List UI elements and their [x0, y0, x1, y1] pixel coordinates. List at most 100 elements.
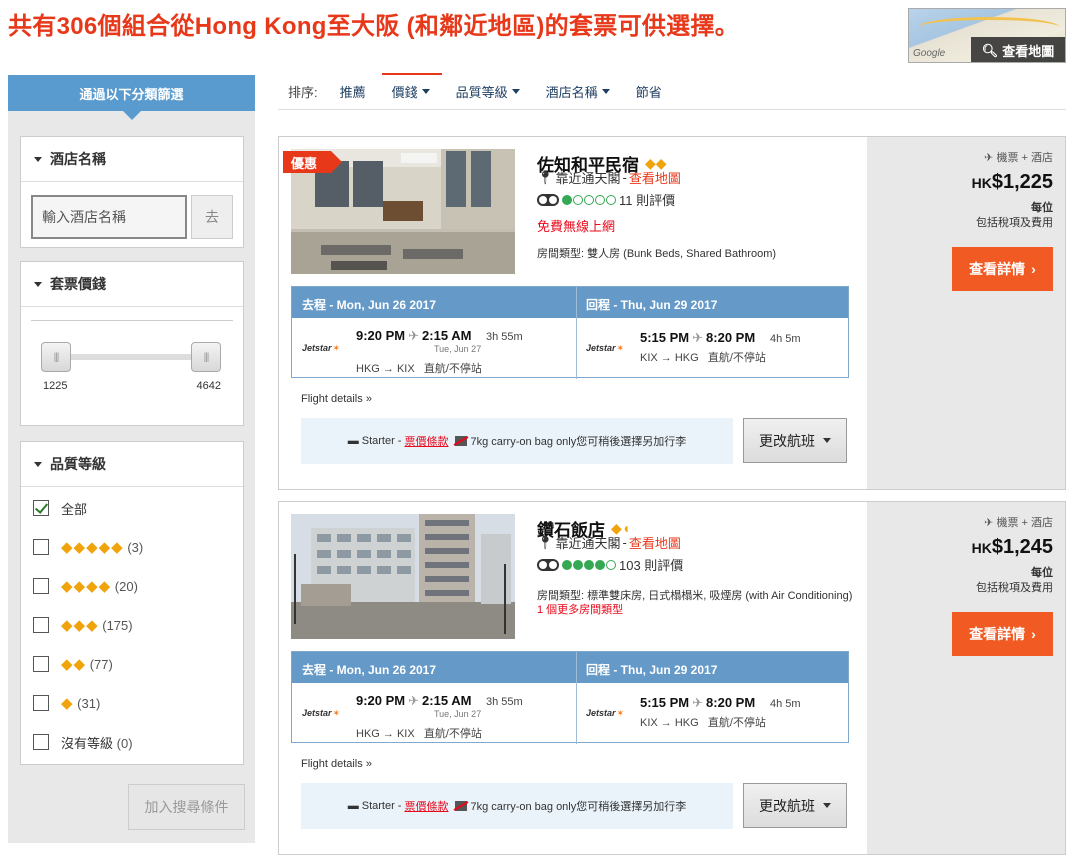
review-summary: 11 則評價 — [537, 190, 675, 209]
tax-note: 包括稅項及費用 — [976, 582, 1053, 594]
caret-down-icon — [823, 803, 831, 808]
fare-terms-link[interactable]: 票價條款 — [404, 433, 448, 449]
results-headline: 共有306個組合從Hong Kong至大阪 (和鄰近地區)的套票可供選擇。 — [8, 13, 740, 40]
flight-header: 去程 - Mon, Jun 26 2017 回程 - Thu, Jun 29 2… — [292, 287, 848, 318]
sort-option-label: 酒店名稱 — [545, 85, 598, 100]
checkbox[interactable] — [33, 500, 49, 516]
per-person-label: 每位 — [1031, 202, 1053, 214]
checkbox[interactable] — [33, 734, 49, 750]
view-map-button[interactable]: 🔍︎ 查看地圖 — [971, 37, 1065, 62]
map-thumbnail[interactable]: Google 🔍︎ 查看地圖 — [908, 8, 1066, 63]
stops-text: 直航/不停站 — [707, 717, 766, 729]
caret-down-icon — [34, 281, 42, 287]
tripadvisor-owl-icon — [537, 558, 559, 571]
arrive-time: 8:20 PM — [706, 695, 756, 710]
depart-time: 5:15 PM — [640, 695, 690, 710]
hotel-name-input[interactable]: 輸入酒店名稱 — [31, 195, 187, 239]
airline-logo: Jetstar — [302, 708, 340, 719]
deal-badge: 優惠 — [283, 151, 343, 173]
rating-dots — [562, 559, 616, 570]
star-option-1[interactable]: ◆ (31) — [33, 693, 100, 713]
hotel-photo[interactable] — [291, 514, 515, 639]
airline-logo: Jetstar — [586, 708, 624, 719]
star-option-count: (175) — [102, 618, 133, 633]
currency-label: HK — [971, 540, 992, 556]
checkbox[interactable] — [33, 539, 49, 555]
arrive-time: 2:15 AM — [422, 328, 472, 343]
star-option-4[interactable]: ◆◆◆◆ (20) — [33, 576, 138, 596]
checkbox[interactable] — [33, 578, 49, 594]
star-option-unrated[interactable]: 沒有等級 (0) — [33, 732, 133, 752]
sort-option-savings[interactable]: 節省 — [636, 74, 662, 110]
view-map-link[interactable]: 查看地圖 — [629, 533, 681, 552]
sort-option-hotel-name[interactable]: 酒店名稱 — [546, 74, 610, 110]
outbound-arrive-date: Tue, Jun 27 — [434, 709, 482, 719]
flight-divider — [576, 287, 577, 379]
tripadvisor-owl-icon — [537, 193, 559, 206]
review-count[interactable]: 11 則評價 — [619, 190, 675, 209]
flight-details-toggle[interactable]: Flight details » — [301, 393, 372, 405]
star-option-count: (20) — [114, 579, 138, 594]
review-count[interactable]: 103 則評價 — [619, 555, 683, 574]
view-details-button[interactable]: 查看詳情 › — [952, 247, 1053, 291]
checkbox[interactable] — [33, 695, 49, 711]
route-text: KIX → HKG — [640, 717, 699, 729]
rating-dots — [562, 194, 616, 205]
star-rating-filter-title[interactable]: 品質等級 — [21, 442, 243, 487]
view-details-button[interactable]: 查看詳情 › — [952, 612, 1053, 656]
price-slider-min-handle[interactable]: ||| — [41, 342, 71, 372]
map-pin-icon: 📍︎ — [537, 534, 554, 550]
no-bag-icon — [455, 801, 468, 811]
no-bag-icon — [455, 436, 468, 446]
inbound-duration: 4h 5m — [770, 333, 801, 345]
outbound-header: 去程 - Mon, Jun 26 2017 — [302, 298, 437, 312]
sort-option-price[interactable]: 價錢 — [381, 72, 442, 110]
fare-name: Starter - — [361, 800, 402, 812]
fare-name: Starter - — [361, 435, 402, 447]
view-map-link[interactable]: 查看地圖 — [629, 168, 681, 187]
depart-time: 5:15 PM — [640, 330, 690, 345]
star-option-5[interactable]: ◆◆◆◆◆ (3) — [33, 537, 143, 557]
checkbox[interactable] — [33, 617, 49, 633]
diamond-rating-icon: ◆◆◆ — [61, 617, 99, 634]
checkbox[interactable] — [33, 656, 49, 672]
diamond-rating-icon: ◆◆◆◆ — [61, 578, 112, 595]
filter-header: 通過以下分類篩選 — [8, 75, 255, 120]
star-option-label: 全部 — [61, 501, 88, 517]
price-slider-max-handle[interactable]: ||| — [191, 342, 221, 372]
change-flight-button[interactable]: 更改航班 — [743, 418, 847, 463]
inbound-header: 回程 - Thu, Jun 29 2017 — [586, 298, 718, 312]
fare-terms-link[interactable]: 票價條款 — [404, 798, 448, 814]
add-search-criteria-button[interactable]: 加入搜尋條件 — [128, 784, 245, 830]
flight-box: 去程 - Mon, Jun 26 2017 回程 - Thu, Jun 29 2… — [291, 286, 849, 379]
outbound-duration: 3h 55m — [486, 331, 523, 343]
sort-option-recommended[interactable]: 推薦 — [340, 74, 366, 110]
price-divider — [31, 320, 233, 321]
star-option-count: (0) — [116, 735, 133, 751]
hotel-name-filter-title[interactable]: 酒店名稱 — [21, 137, 243, 182]
arrive-time: 2:15 AM — [422, 693, 472, 708]
price-filter-title[interactable]: 套票價錢 — [21, 262, 243, 307]
hotel-name-filter-label: 酒店名稱 — [50, 151, 106, 167]
star-option-3[interactable]: ◆◆◆ (175) — [33, 615, 133, 635]
sort-option-rating[interactable]: 品質等級 — [456, 74, 520, 110]
flight-header: 去程 - Mon, Jun 26 2017 回程 - Thu, Jun 29 2… — [292, 652, 848, 683]
flight-details-toggle[interactable]: Flight details » — [301, 758, 372, 770]
price-column: ✈ 機票 + 酒店 HK$1,225 每位 包括稅項及費用 查看詳情 › — [867, 137, 1065, 489]
package-type-label: 機票 + 酒店 — [996, 152, 1053, 164]
sort-option-label: 價錢 — [391, 85, 418, 100]
baggage-text: 7kg carry-on bag only您可稍後選擇另加行李 — [470, 436, 687, 448]
map-road — [919, 17, 1059, 37]
chevron-down-icon: » — [365, 758, 372, 770]
hotel-name-filter: 酒店名稱 輸入酒店名稱 去 — [20, 136, 244, 248]
outbound-duration: 3h 55m — [486, 696, 523, 708]
outbound-route: HKG → KIX 直航/不停站 — [356, 360, 482, 376]
star-rating-filter: 品質等級 全部 ◆◆◆◆◆ (3) ◆◆◆◆ (20) ◆◆◆ (175) ◆◆… — [20, 441, 244, 765]
price-value: $1,225 — [991, 171, 1053, 193]
star-option-2[interactable]: ◆◆ (77) — [33, 654, 113, 674]
hotel-name-go-button[interactable]: 去 — [191, 195, 233, 239]
star-option-all[interactable]: 全部 — [33, 498, 87, 518]
change-flight-button[interactable]: 更改航班 — [743, 783, 847, 828]
sort-bar: 排序: 推薦 價錢 品質等級 酒店名稱 節省 — [278, 72, 1066, 110]
more-room-types-link[interactable]: 1 個更多房間類型 — [537, 601, 623, 617]
